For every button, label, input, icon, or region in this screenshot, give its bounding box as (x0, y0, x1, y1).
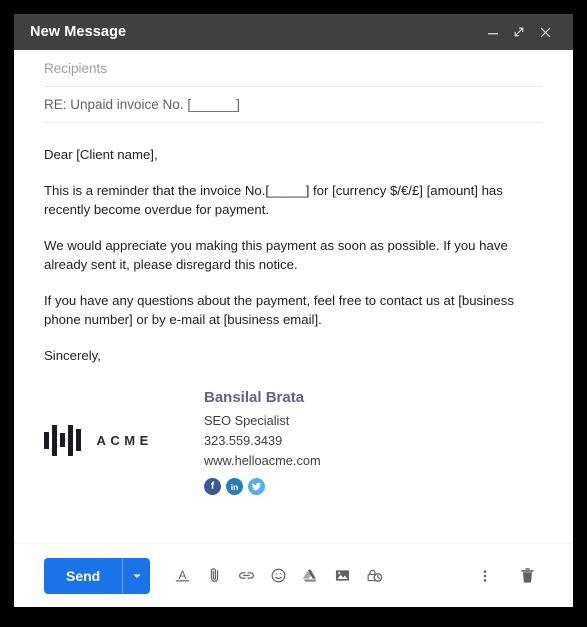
message-body[interactable]: Dear [Client name], This is a reminder t… (14, 123, 573, 543)
toolbar-left-group: Send A (44, 557, 390, 594)
send-button[interactable]: Send (44, 558, 122, 594)
insert-drive-icon[interactable] (294, 560, 326, 592)
expand-icon[interactable] (506, 19, 532, 45)
subject-input[interactable]: RE: Unpaid invoice No. [______] (44, 97, 240, 112)
close-icon[interactable] (532, 19, 558, 45)
signature-job-title: SEO Specialist (204, 413, 290, 428)
subject-field-row[interactable]: RE: Unpaid invoice No. [______] (14, 87, 573, 123)
attach-file-icon[interactable] (198, 560, 230, 592)
signature-phone: 323.559.3439 (204, 433, 283, 448)
insert-emoji-icon[interactable] (262, 560, 294, 592)
confidential-mode-icon[interactable] (358, 560, 390, 592)
soundwave-logo-icon (44, 423, 81, 457)
acme-wordmark: ACME (96, 432, 153, 448)
formatting-options-icon[interactable]: A (166, 560, 198, 592)
body-paragraph-closing: Sincerely, (44, 347, 101, 363)
recipients-field-row[interactable]: Recipients (14, 50, 573, 87)
twitter-icon[interactable] (248, 478, 265, 495)
acme-logo: ACME (44, 387, 204, 457)
recipients-placeholder: Recipients (44, 60, 108, 76)
body-paragraph-request: We would appreciate you making this paym… (44, 237, 508, 273)
discard-draft-icon[interactable] (511, 560, 543, 592)
email-signature: ACME Bansilal Brata SEO Specialist 323.5… (44, 387, 543, 495)
send-button-group[interactable]: Send (44, 557, 151, 594)
minimize-icon[interactable] (480, 19, 506, 45)
signature-name: Bansilal Brata (204, 389, 305, 406)
body-paragraph-greeting: Dear [Client name], (44, 147, 158, 162)
linkedin-icon[interactable]: in (226, 478, 243, 495)
send-options-chevron-down-icon[interactable] (122, 557, 150, 594)
compose-toolbar: Send A (14, 543, 573, 607)
body-paragraph-contact: If you have any questions about the paym… (44, 292, 514, 328)
facebook-icon[interactable]: f (204, 478, 221, 495)
signature-website: www.helloacme.com (204, 453, 321, 468)
more-options-icon[interactable] (469, 560, 501, 592)
svg-text:A: A (178, 568, 186, 582)
signature-details: Bansilal Brata SEO Specialist 323.559.34… (204, 387, 321, 495)
social-icons: f in (204, 478, 321, 495)
title-bar: New Message (14, 14, 573, 50)
compose-window: New Message Recipients RE: Unpaid invoic… (14, 14, 573, 607)
insert-photo-icon[interactable] (326, 560, 358, 592)
body-paragraph-reminder: This is a reminder that the invoice No.[… (44, 182, 503, 218)
toolbar-right-group (469, 560, 543, 592)
insert-link-icon[interactable] (230, 560, 262, 592)
window-title: New Message (30, 24, 127, 40)
